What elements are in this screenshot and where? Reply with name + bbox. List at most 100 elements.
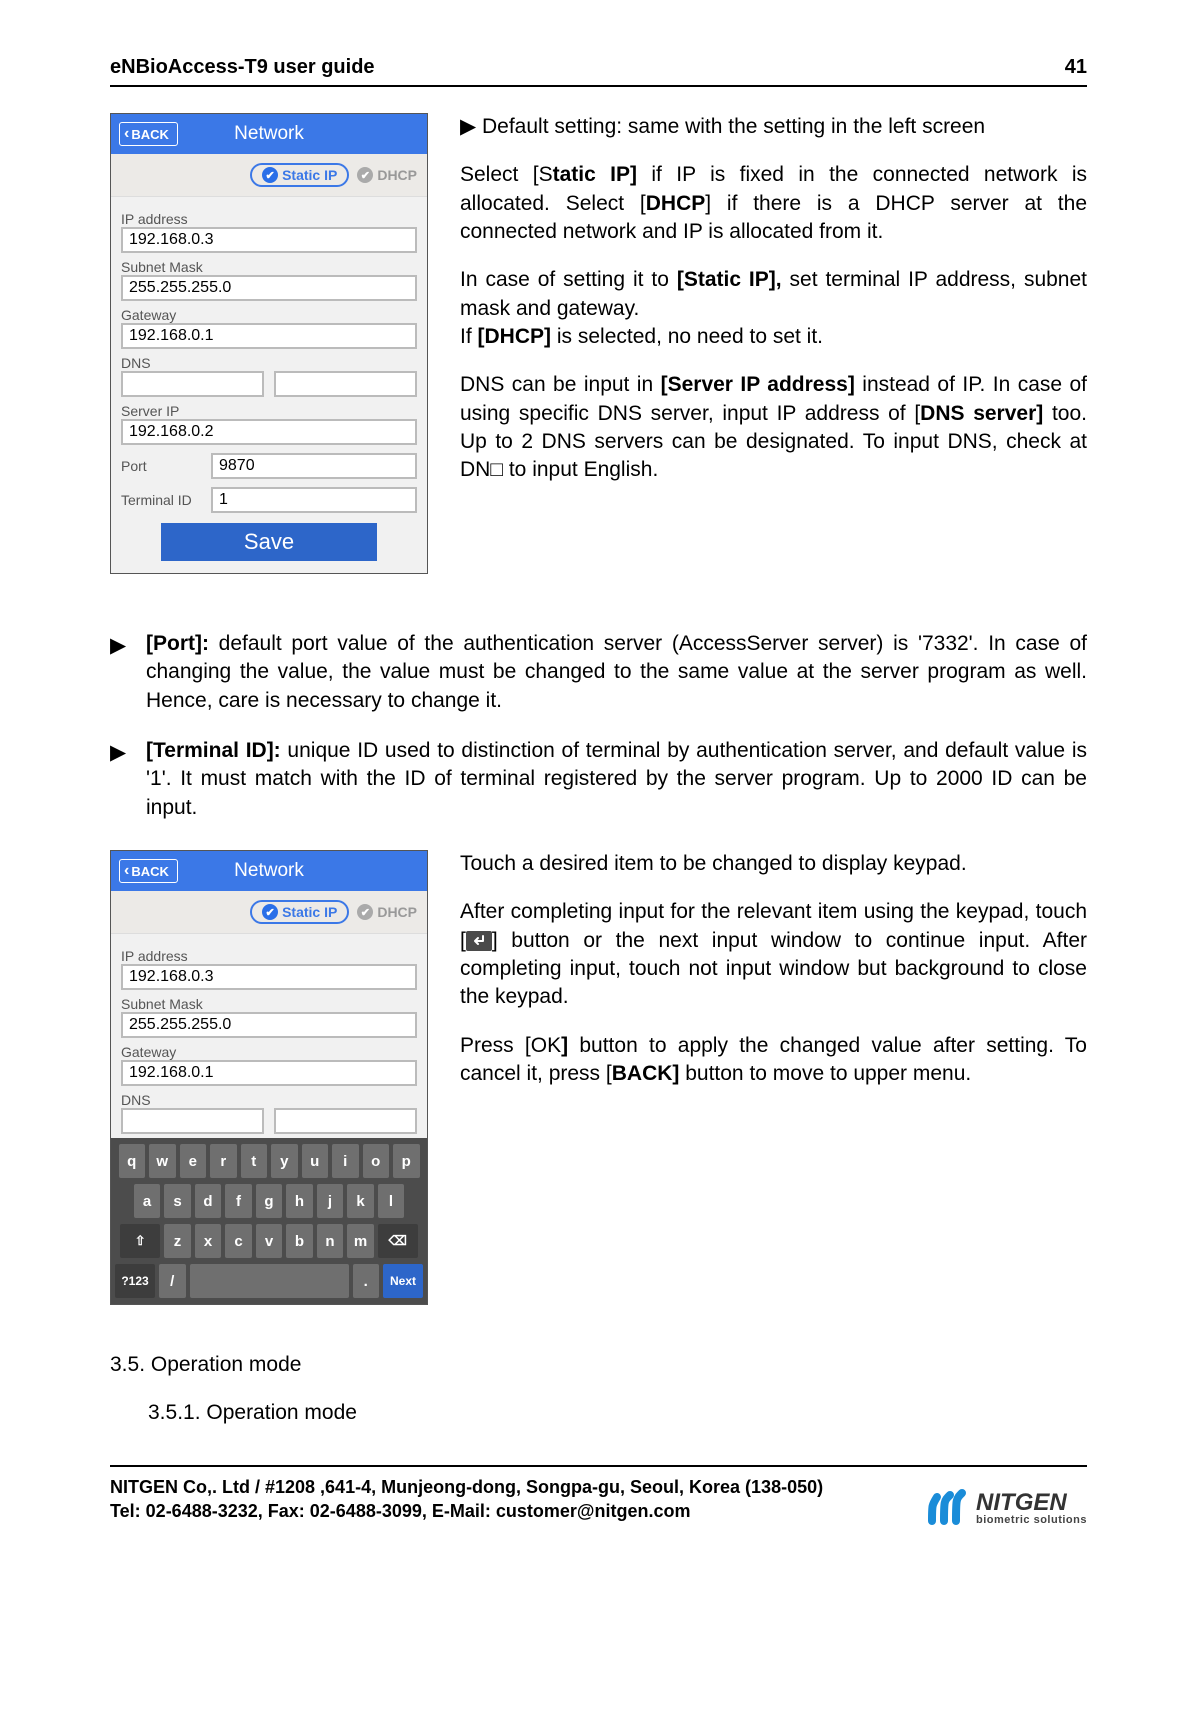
triangle-bullet-icon: ▶ [110,632,126,660]
key-r[interactable]: r [210,1144,237,1178]
para-static-ip: In case of setting it to [Static IP], se… [460,266,1087,323]
form-area: IP address 192.168.0.3 Subnet Mask 255.2… [111,934,427,1138]
bullet-terminal-id: ▶ [Terminal ID]: unique ID used to disti… [110,737,1087,822]
port-title: [Port]: [146,632,209,655]
dns2-input[interactable] [274,1108,417,1134]
key-m[interactable]: m [347,1224,374,1258]
kb-row-2: a s d f g h j k l [115,1184,423,1218]
key-o[interactable]: o [363,1144,390,1178]
back-button[interactable]: ‹ BACK [119,122,178,146]
top-content-row: ‹ BACK Network ✔ Static IP ✔ DHCP [110,113,1087,584]
key-q[interactable]: q [119,1144,146,1178]
key-space[interactable] [190,1264,349,1298]
key-next[interactable]: Next [383,1264,423,1298]
dns1-input[interactable] [121,1108,264,1134]
para-dns: DNS can be input in [Server IP address] … [460,371,1087,484]
static-ip-label: Static IP [282,167,337,183]
key-v[interactable]: v [256,1224,283,1258]
logo-text: NITGEN biometric solutions [976,1491,1087,1526]
logo-tagline: biometric solutions [976,1515,1087,1526]
dns-row [121,1108,417,1134]
key-backspace[interactable]: ⌫ [378,1224,418,1258]
static-ip-chip[interactable]: ✔ Static IP [250,900,349,924]
ip-mode-row: ✔ Static IP ✔ DHCP [111,154,427,197]
subnet-mask-input[interactable]: 255.255.255.0 [121,1012,417,1038]
ip-address-input[interactable]: 192.168.0.3 [121,227,417,253]
port-input[interactable]: 9870 [211,453,417,479]
para-dhcp: If [DHCP] is selected, no need to set it… [460,323,1087,351]
gateway-input[interactable]: 192.168.0.1 [121,1060,417,1086]
dns1-input[interactable] [121,371,264,397]
key-h[interactable]: h [286,1184,313,1218]
triangle-bullet-icon: ▶ [110,739,126,767]
dns-row [121,371,417,397]
key-l[interactable]: l [378,1184,405,1218]
key-g[interactable]: g [256,1184,283,1218]
key-n[interactable]: n [317,1224,344,1258]
key-u[interactable]: u [302,1144,329,1178]
static-ip-label: Static IP [282,904,337,920]
bullet-port: ▶ [Port]: default port value of the auth… [110,630,1087,715]
static-ip-chip[interactable]: ✔ Static IP [250,163,349,187]
right-text-2: Touch a desired item to be changed to di… [460,850,1087,1315]
footer-line-1: NITGEN Co,. Ltd / #1208 ,641-4, Munjeong… [110,1475,823,1499]
device-screenshot-2: ‹ BACK Network ✔ Static IP ✔ DHCP [110,850,428,1305]
ip-address-input[interactable]: 192.168.0.3 [121,964,417,990]
dhcp-chip[interactable]: ✔ DHCP [357,904,417,920]
key-symbols[interactable]: ?123 [115,1264,155,1298]
device-header: ‹ BACK Network [111,851,427,891]
para-keypad: After completing input for the relevant … [460,898,1087,1011]
key-p[interactable]: p [393,1144,420,1178]
gateway-label: Gateway [121,1044,417,1060]
key-w[interactable]: w [149,1144,176,1178]
back-label: BACK [131,127,169,142]
tid-text: unique ID used to distinction of termina… [146,739,1087,819]
check-icon: ✔ [262,167,278,183]
key-z[interactable]: z [164,1224,191,1258]
save-button[interactable]: Save [161,523,377,561]
dhcp-label: DHCP [377,904,417,920]
dns2-input[interactable] [274,371,417,397]
port-text: default port value of the authentication… [146,632,1087,712]
footer-text: NITGEN Co,. Ltd / #1208 ,641-4, Munjeong… [110,1475,823,1524]
key-shift[interactable]: ⇧ [120,1224,160,1258]
back-button[interactable]: ‹ BACK [119,859,178,883]
tid-title: [Terminal ID]: [146,739,281,762]
check-icon: ✔ [357,167,373,183]
key-i[interactable]: i [332,1144,359,1178]
key-x[interactable]: x [195,1224,222,1258]
key-c[interactable]: c [225,1224,252,1258]
key-a[interactable]: a [134,1184,161,1218]
key-b[interactable]: b [286,1224,313,1258]
check-icon: ✔ [262,904,278,920]
dhcp-chip[interactable]: ✔ DHCP [357,167,417,183]
key-d[interactable]: d [195,1184,222,1218]
key-e[interactable]: e [180,1144,207,1178]
doc-title: eNBioAccess-T9 user guide [110,56,375,79]
ip-mode-row: ✔ Static IP ✔ DHCP [111,891,427,934]
key-slash[interactable]: / [159,1264,186,1298]
dhcp-label: DHCP [377,167,417,183]
ip-address-label: IP address [121,211,417,227]
kb-row-1: q w e r t y u i o p [115,1144,423,1178]
back-label: BACK [131,864,169,879]
ip-address-label: IP address [121,948,417,964]
key-s[interactable]: s [164,1184,191,1218]
subnet-mask-input[interactable]: 255.255.255.0 [121,275,417,301]
server-ip-input[interactable]: 192.168.0.2 [121,419,417,445]
logo-mark-icon [926,1487,968,1529]
key-y[interactable]: y [271,1144,298,1178]
text: Default setting: same with the setting i… [482,115,985,138]
chevron-left-icon: ‹ [124,863,129,879]
para-select-ip: Select [Static IP] if IP is fixed in the… [460,161,1087,246]
footer-line-2: Tel: 02-6488-3232, Fax: 02-6488-3099, E-… [110,1499,823,1523]
gateway-input[interactable]: 192.168.0.1 [121,323,417,349]
key-k[interactable]: k [347,1184,374,1218]
key-t[interactable]: t [241,1144,268,1178]
key-dot[interactable]: . [353,1264,380,1298]
key-j[interactable]: j [317,1184,344,1218]
key-f[interactable]: f [225,1184,252,1218]
terminal-id-input[interactable]: 1 [211,487,417,513]
port-label: Port [121,458,211,474]
gateway-label: Gateway [121,307,417,323]
